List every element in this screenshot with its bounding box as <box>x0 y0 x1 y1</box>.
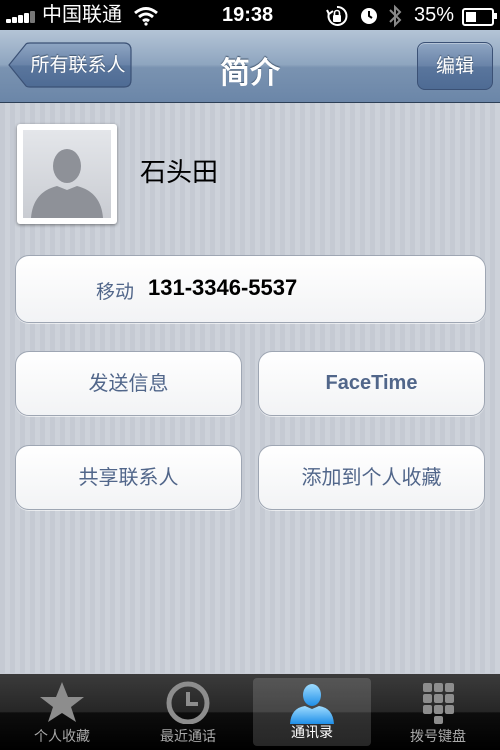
back-button-label: 所有联系人 <box>30 54 126 76</box>
send-message-button[interactable]: 发送信息 <box>15 351 242 416</box>
phone-number: 131-3346-5537 <box>148 275 298 300</box>
clock-icon <box>166 681 210 724</box>
bluetooth-icon <box>389 4 402 28</box>
tab-contacts[interactable]: 通讯录 <box>253 678 371 746</box>
tab-label: 个人收藏 <box>34 729 90 745</box>
battery-icon <box>462 8 497 26</box>
tab-keypad[interactable]: 拨号键盘 <box>378 674 498 750</box>
phone-type-label: 移动 <box>96 281 135 303</box>
tab-bar: 个人收藏 最近通话 通讯录 拨号键盘 <box>0 674 500 750</box>
keypad-icon <box>423 683 454 724</box>
back-button[interactable]: 所有联系人 <box>8 42 132 88</box>
tab-label: 通讯录 <box>291 725 333 741</box>
status-bar: 中国联通 19:38 35% <box>0 0 500 30</box>
edit-button[interactable]: 编辑 <box>417 42 493 90</box>
tab-label: 最近通话 <box>160 729 216 745</box>
phone-number-row[interactable]: 移动 131-3346-5537 <box>15 255 486 323</box>
share-contact-button[interactable]: 共享联系人 <box>15 445 242 510</box>
alarm-clock-icon <box>361 8 377 24</box>
contact-photo[interactable] <box>17 124 117 224</box>
person-silhouette-icon <box>31 149 103 218</box>
signal-strength-icon <box>6 9 36 23</box>
orientation-lock-icon <box>326 5 348 26</box>
star-icon <box>40 682 84 722</box>
carrier-name: 中国联通 <box>42 4 122 26</box>
battery-percent: 35% <box>414 4 455 26</box>
add-to-favorites-button[interactable]: 添加到个人收藏 <box>258 445 485 510</box>
tab-favorites[interactable]: 个人收藏 <box>2 674 122 750</box>
facetime-button[interactable]: FaceTime <box>258 351 485 416</box>
tab-label: 拨号键盘 <box>410 729 466 745</box>
wifi-icon <box>134 7 158 26</box>
contact-name: 石头田 <box>140 158 219 188</box>
contacts-icon <box>290 684 334 724</box>
status-time: 19:38 <box>222 4 274 26</box>
tab-recents[interactable]: 最近通话 <box>128 674 248 750</box>
